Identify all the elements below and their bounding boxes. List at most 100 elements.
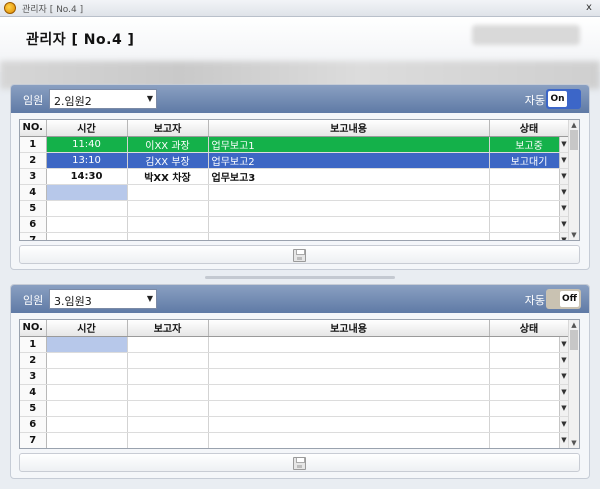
content-cell[interactable] <box>208 200 490 217</box>
reporter-cell[interactable] <box>127 384 209 401</box>
table-row[interactable]: 6 ▼ <box>20 416 570 433</box>
status-cell[interactable]: ▼ <box>489 416 570 433</box>
content-cell[interactable]: 업무보고1 <box>208 136 490 153</box>
status-cell[interactable]: ▼ <box>489 232 570 240</box>
time-cell[interactable] <box>46 416 128 433</box>
scroll-up-arrow-icon[interactable]: ▲ <box>569 120 579 130</box>
column-header-no[interactable]: NO. <box>20 320 47 337</box>
table-row[interactable]: 7 ▼ <box>20 432 570 448</box>
column-header-status[interactable]: 상태 <box>489 320 570 337</box>
content-cell[interactable] <box>208 400 490 417</box>
executive-select[interactable]: 3.임원3 ▼ <box>49 289 157 309</box>
content-cell[interactable] <box>208 368 490 385</box>
table-row[interactable]: 3 14:30 박XX 차장 업무보고3 ▼ <box>20 168 570 185</box>
table-row[interactable]: 6 ▼ <box>20 216 570 233</box>
column-header-time[interactable]: 시간 <box>46 120 128 137</box>
table-row[interactable]: 7 ▼ <box>20 232 570 240</box>
reporter-cell[interactable] <box>127 200 209 217</box>
scroll-thumb[interactable] <box>570 330 578 350</box>
content-cell[interactable]: 업무보고3 <box>208 168 490 185</box>
chevron-down-icon[interactable]: ▼ <box>558 184 568 199</box>
column-header-reporter[interactable]: 보고자 <box>127 320 209 337</box>
content-cell[interactable] <box>208 216 490 233</box>
content-cell[interactable] <box>208 352 490 369</box>
column-header-reporter[interactable]: 보고자 <box>127 120 209 137</box>
scroll-down-arrow-icon[interactable]: ▼ <box>569 438 579 448</box>
column-header-time[interactable]: 시간 <box>46 320 128 337</box>
auto-toggle[interactable]: Off <box>546 289 581 309</box>
reporter-cell[interactable] <box>127 216 209 233</box>
reporter-cell[interactable] <box>127 184 209 201</box>
reporter-cell[interactable]: 이XX 과장 <box>127 136 209 153</box>
vertical-scrollbar[interactable]: ▲ ▼ <box>568 320 579 448</box>
status-cell[interactable]: ▼ <box>489 336 570 353</box>
scroll-down-arrow-icon[interactable]: ▼ <box>569 230 579 240</box>
chevron-down-icon[interactable]: ▼ <box>558 152 568 167</box>
chevron-down-icon[interactable]: ▼ <box>558 416 568 431</box>
reporter-cell[interactable] <box>127 432 209 448</box>
status-cell[interactable]: ▼ <box>489 216 570 233</box>
status-cell[interactable]: ▼ <box>489 352 570 369</box>
chevron-down-icon[interactable]: ▼ <box>558 136 568 151</box>
scroll-thumb[interactable] <box>570 130 578 150</box>
chevron-down-icon[interactable]: ▼ <box>558 336 568 351</box>
time-cell[interactable] <box>46 368 128 385</box>
close-button[interactable]: x <box>582 2 596 14</box>
reporter-cell[interactable] <box>127 352 209 369</box>
report-grid[interactable]: NO. 시간 보고자 보고내용 상태 1 ▼ 2 ▼ 3 ▼ 4 ▼ 5 ▼ 6… <box>19 319 580 449</box>
content-cell[interactable] <box>208 384 490 401</box>
chevron-down-icon[interactable]: ▼ <box>558 384 568 399</box>
time-cell[interactable] <box>46 432 128 448</box>
time-cell[interactable] <box>46 400 128 417</box>
chevron-down-icon[interactable]: ▼ <box>558 352 568 367</box>
scroll-up-arrow-icon[interactable]: ▲ <box>569 320 579 330</box>
column-header-content[interactable]: 보고내용 <box>208 320 490 337</box>
chevron-down-icon[interactable]: ▼ <box>558 216 568 231</box>
content-cell[interactable] <box>208 416 490 433</box>
status-cell[interactable]: ▼ <box>489 432 570 448</box>
reporter-cell[interactable]: 김XX 부장 <box>127 152 209 169</box>
table-row[interactable]: 1 ▼ <box>20 335 570 353</box>
status-cell[interactable]: ▼ <box>489 368 570 385</box>
table-row[interactable]: 3 ▼ <box>20 368 570 385</box>
column-header-no[interactable]: NO. <box>20 120 47 137</box>
time-cell[interactable] <box>46 352 128 369</box>
executive-select[interactable]: 2.임원2 ▼ <box>49 89 157 109</box>
content-cell[interactable] <box>208 184 490 201</box>
reporter-cell[interactable] <box>127 368 209 385</box>
table-row[interactable]: 1 11:40 이XX 과장 업무보고1 보고중 ▼ <box>20 136 570 153</box>
status-cell[interactable]: ▼ <box>489 400 570 417</box>
column-header-status[interactable]: 상태 <box>489 120 570 137</box>
time-cell[interactable] <box>46 384 128 401</box>
chevron-down-icon[interactable]: ▼ <box>558 400 568 415</box>
time-cell[interactable]: 14:30 <box>46 168 128 185</box>
save-button[interactable] <box>19 453 580 472</box>
content-cell[interactable] <box>208 432 490 448</box>
chevron-down-icon[interactable]: ▼ <box>558 232 568 240</box>
table-row[interactable]: 5 ▼ <box>20 400 570 417</box>
status-cell[interactable]: 보고중 ▼ <box>489 136 570 153</box>
status-cell[interactable]: ▼ <box>489 200 570 217</box>
chevron-down-icon[interactable]: ▼ <box>558 368 568 383</box>
status-cell[interactable]: ▼ <box>489 168 570 185</box>
table-row[interactable]: 4 ▼ <box>20 384 570 401</box>
reporter-cell[interactable] <box>127 336 209 353</box>
reporter-cell[interactable]: 박XX 차장 <box>127 168 209 185</box>
table-row[interactable]: 4 ▼ <box>20 183 570 201</box>
table-row[interactable]: 5 ▼ <box>20 200 570 217</box>
time-cell[interactable] <box>46 232 128 240</box>
time-cell[interactable]: 13:10 <box>46 152 128 169</box>
time-cell[interactable] <box>46 216 128 233</box>
chevron-down-icon[interactable]: ▼ <box>558 200 568 215</box>
content-cell[interactable] <box>208 232 490 240</box>
content-cell[interactable]: 업무보고2 <box>208 152 490 169</box>
vertical-scrollbar[interactable]: ▲ ▼ <box>568 120 579 240</box>
save-button[interactable] <box>19 245 580 264</box>
reporter-cell[interactable] <box>127 416 209 433</box>
content-cell[interactable] <box>208 336 490 353</box>
reporter-cell[interactable] <box>127 400 209 417</box>
status-cell[interactable]: 보고대기 ▼ <box>489 152 570 169</box>
report-grid[interactable]: NO. 시간 보고자 보고내용 상태 1 11:40 이XX 과장 업무보고1 … <box>19 119 580 241</box>
table-row[interactable]: 2 13:10 김XX 부장 업무보고2 보고대기 ▼ <box>20 152 570 169</box>
time-cell[interactable] <box>46 200 128 217</box>
